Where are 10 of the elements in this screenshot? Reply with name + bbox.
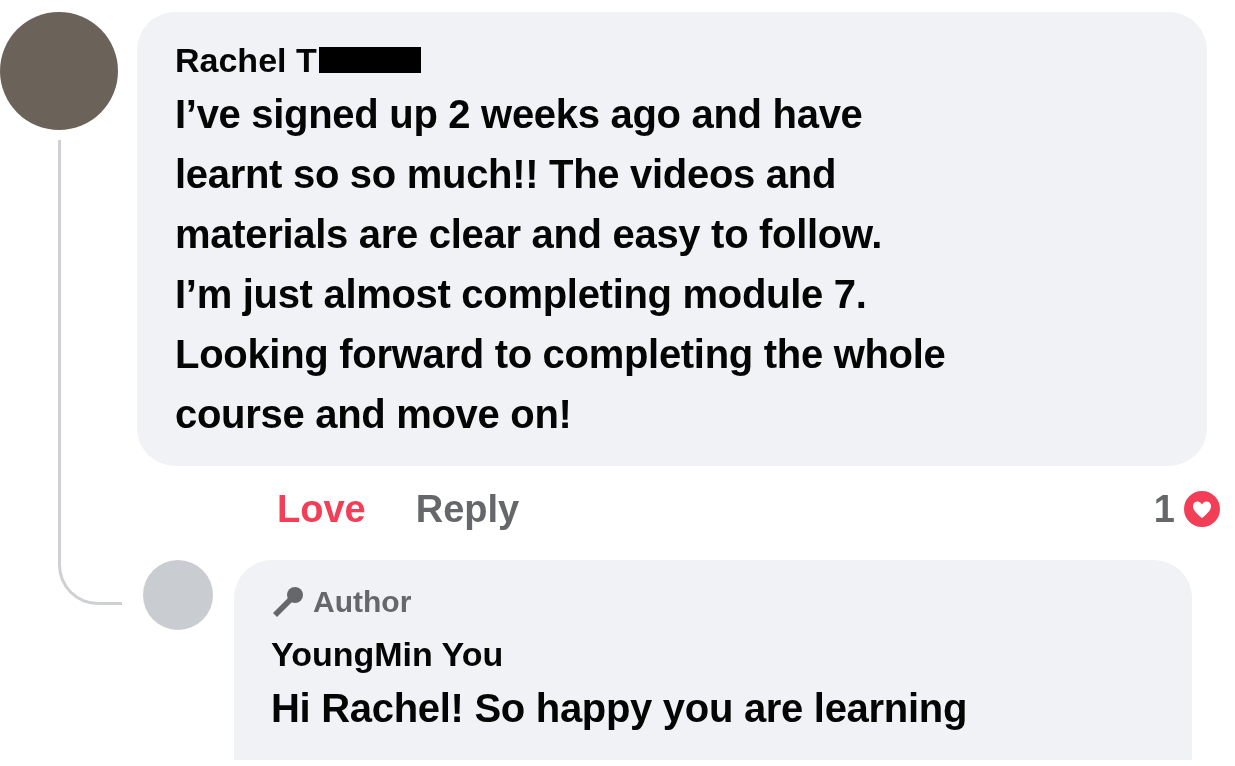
action-link[interactable]: Love — [277, 480, 366, 538]
author-name[interactable]: Rachel T — [175, 40, 317, 80]
comment-text: I’ve signed up 2 weeks ago and have learnt so so much!! The videos and materials are clear and easy to follow. I’m just almost completing module 7. Looking forward to completing the whole course and move on! — [175, 91, 947, 438]
author-name[interactable]: YoungMin You — [271, 634, 1192, 674]
reaction-count: 1 — [1153, 486, 1175, 532]
action-link[interactable]: Reply — [415, 480, 520, 538]
heart-reaction-icon[interactable] — [1181, 488, 1223, 530]
reply-text: Hi Rachel! So happy you are learning — [271, 685, 969, 732]
microphone-icon — [271, 585, 305, 619]
author-label: Author — [313, 584, 412, 620]
